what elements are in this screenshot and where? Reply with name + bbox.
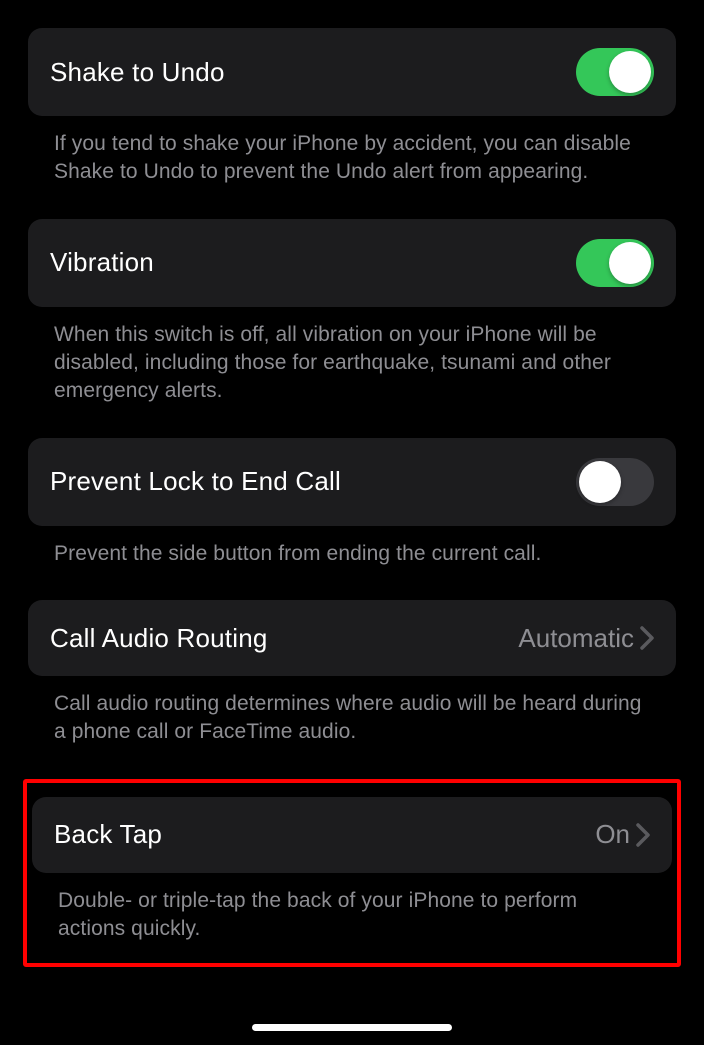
back-tap-right: On (595, 819, 650, 850)
prevent-lock-row[interactable]: Prevent Lock to End Call (28, 438, 676, 526)
call-audio-routing-label: Call Audio Routing (50, 623, 268, 654)
prevent-lock-section: Prevent Lock to End Call Prevent the sid… (28, 438, 676, 568)
shake-to-undo-footer: If you tend to shake your iPhone by acci… (28, 116, 676, 187)
switch-knob (609, 51, 651, 93)
home-indicator[interactable] (252, 1024, 452, 1031)
call-audio-routing-section: Call Audio Routing Automatic Call audio … (28, 600, 676, 747)
switch-knob (579, 461, 621, 503)
prevent-lock-footer: Prevent the side button from ending the … (28, 526, 676, 568)
call-audio-routing-right: Automatic (518, 623, 654, 654)
shake-to-undo-label: Shake to Undo (50, 57, 225, 88)
vibration-section: Vibration When this switch is off, all v… (28, 219, 676, 406)
vibration-label: Vibration (50, 247, 154, 278)
back-tap-value: On (595, 819, 630, 850)
chevron-right-icon (636, 823, 650, 847)
back-tap-label: Back Tap (54, 819, 162, 850)
shake-to-undo-section: Shake to Undo If you tend to shake your … (28, 28, 676, 187)
prevent-lock-label: Prevent Lock to End Call (50, 466, 341, 497)
vibration-row[interactable]: Vibration (28, 219, 676, 307)
switch-knob (609, 242, 651, 284)
back-tap-footer: Double- or triple-tap the back of your i… (27, 873, 677, 944)
shake-to-undo-switch[interactable] (576, 48, 654, 96)
back-tap-highlight: Back Tap On Double- or triple-tap the ba… (23, 779, 681, 968)
vibration-footer: When this switch is off, all vibration o… (28, 307, 676, 406)
shake-to-undo-row[interactable]: Shake to Undo (28, 28, 676, 116)
back-tap-row[interactable]: Back Tap On (32, 797, 672, 873)
vibration-switch[interactable] (576, 239, 654, 287)
call-audio-routing-value: Automatic (518, 623, 634, 654)
prevent-lock-switch[interactable] (576, 458, 654, 506)
call-audio-routing-footer: Call audio routing determines where audi… (28, 676, 676, 747)
chevron-right-icon (640, 626, 654, 650)
call-audio-routing-row[interactable]: Call Audio Routing Automatic (28, 600, 676, 676)
